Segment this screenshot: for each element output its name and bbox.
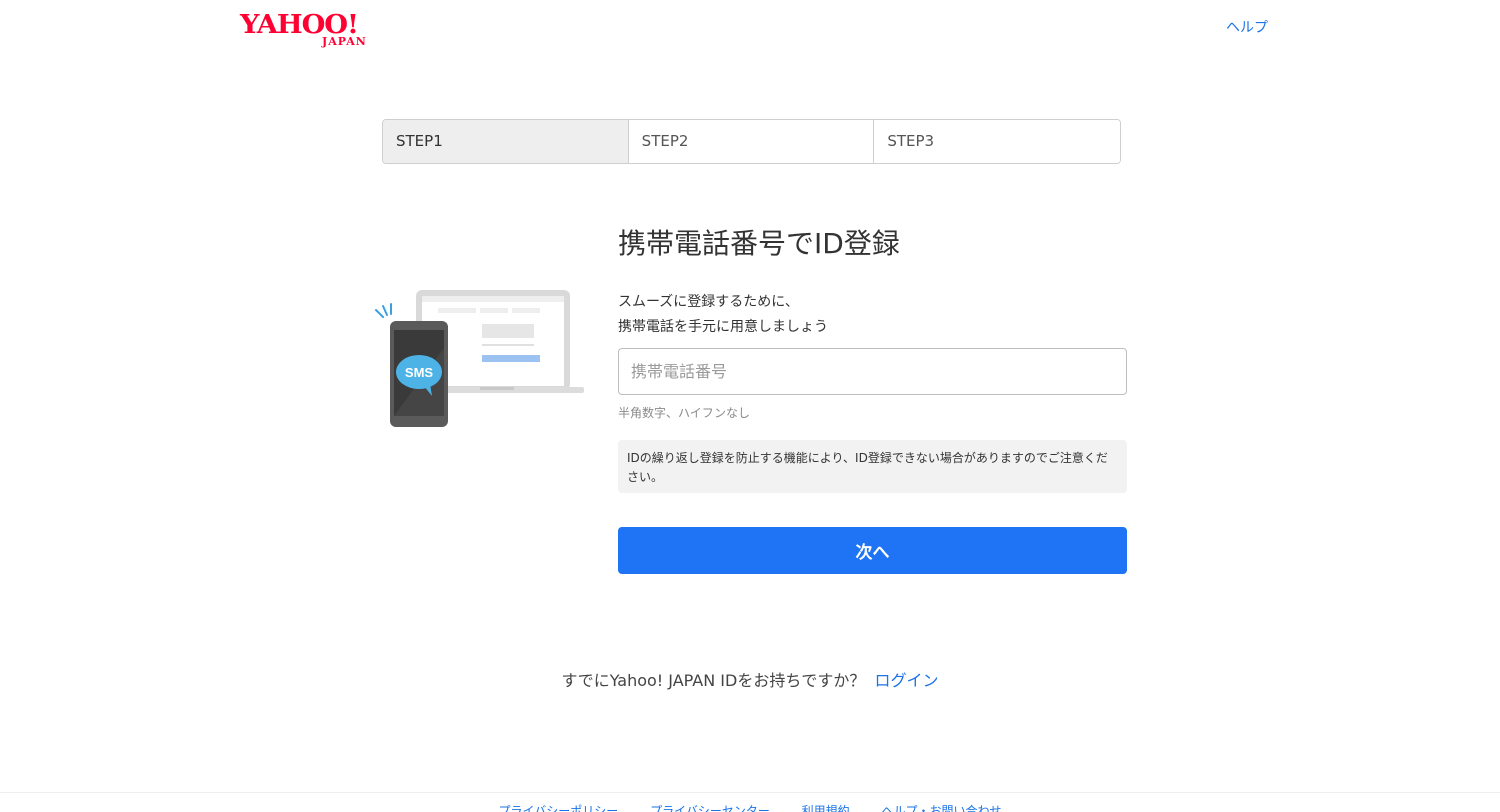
phone-number-input[interactable] — [618, 348, 1127, 395]
step-3: STEP3 — [874, 120, 1120, 163]
yahoo-japan-logo[interactable]: YAHOO! JAPAN — [240, 10, 385, 50]
login-link[interactable]: ログイン — [874, 671, 938, 690]
footer-link-help-contact[interactable]: ヘルプ・お問い合わせ — [882, 804, 1002, 812]
footer-divider — [0, 792, 1500, 793]
logo-sub-text: JAPAN — [322, 35, 367, 48]
page: YAHOO! JAPAN ヘルプ STEP1 STEP2 STEP3 SMS 携… — [0, 0, 1500, 812]
step-label: STEP3 — [887, 132, 935, 150]
sms-phone-laptop-illustration: SMS — [375, 290, 584, 427]
notice-box: IDの繰り返し登録を防止する機能により、ID登録できない場合がありますのでご注意… — [618, 440, 1127, 493]
footer-links: プライバシーポリシー プライバシーセンター 利用規約 ヘルプ・お問い合わせ — [0, 802, 1500, 812]
login-prompt: すでにYahoo! JAPAN IDをお持ちですか？ ログイン — [0, 667, 1500, 691]
step-indicator: STEP1 STEP2 STEP3 — [382, 119, 1121, 164]
lead-text: スムーズに登録するために、 携帯電話を手元に用意しましょう — [618, 290, 828, 340]
step-2: STEP2 — [628, 120, 875, 163]
login-prompt-text: すでにYahoo! JAPAN IDをお持ちですか？ — [561, 671, 866, 690]
help-link[interactable]: ヘルプ — [1226, 17, 1268, 37]
phone-hint: 半角数字、ハイフンなし — [618, 406, 751, 420]
footer-link-privacy-center[interactable]: プライバシーセンター — [650, 804, 770, 812]
next-button[interactable]: 次へ — [618, 527, 1127, 574]
page-title: 携帯電話番号でID登録 — [618, 227, 900, 260]
lead-line-2: 携帯電話を手元に用意しましょう — [618, 319, 828, 335]
sms-badge-text: SMS — [405, 365, 434, 380]
step-label: STEP2 — [641, 132, 689, 150]
step-label: STEP1 — [396, 132, 443, 150]
footer-link-terms[interactable]: 利用規約 — [802, 804, 850, 812]
step-1: STEP1 — [383, 120, 629, 163]
lead-line-1: スムーズに登録するために、 — [618, 294, 799, 310]
footer-link-privacy-policy[interactable]: プライバシーポリシー — [498, 804, 618, 812]
spark-lines — [375, 303, 392, 318]
